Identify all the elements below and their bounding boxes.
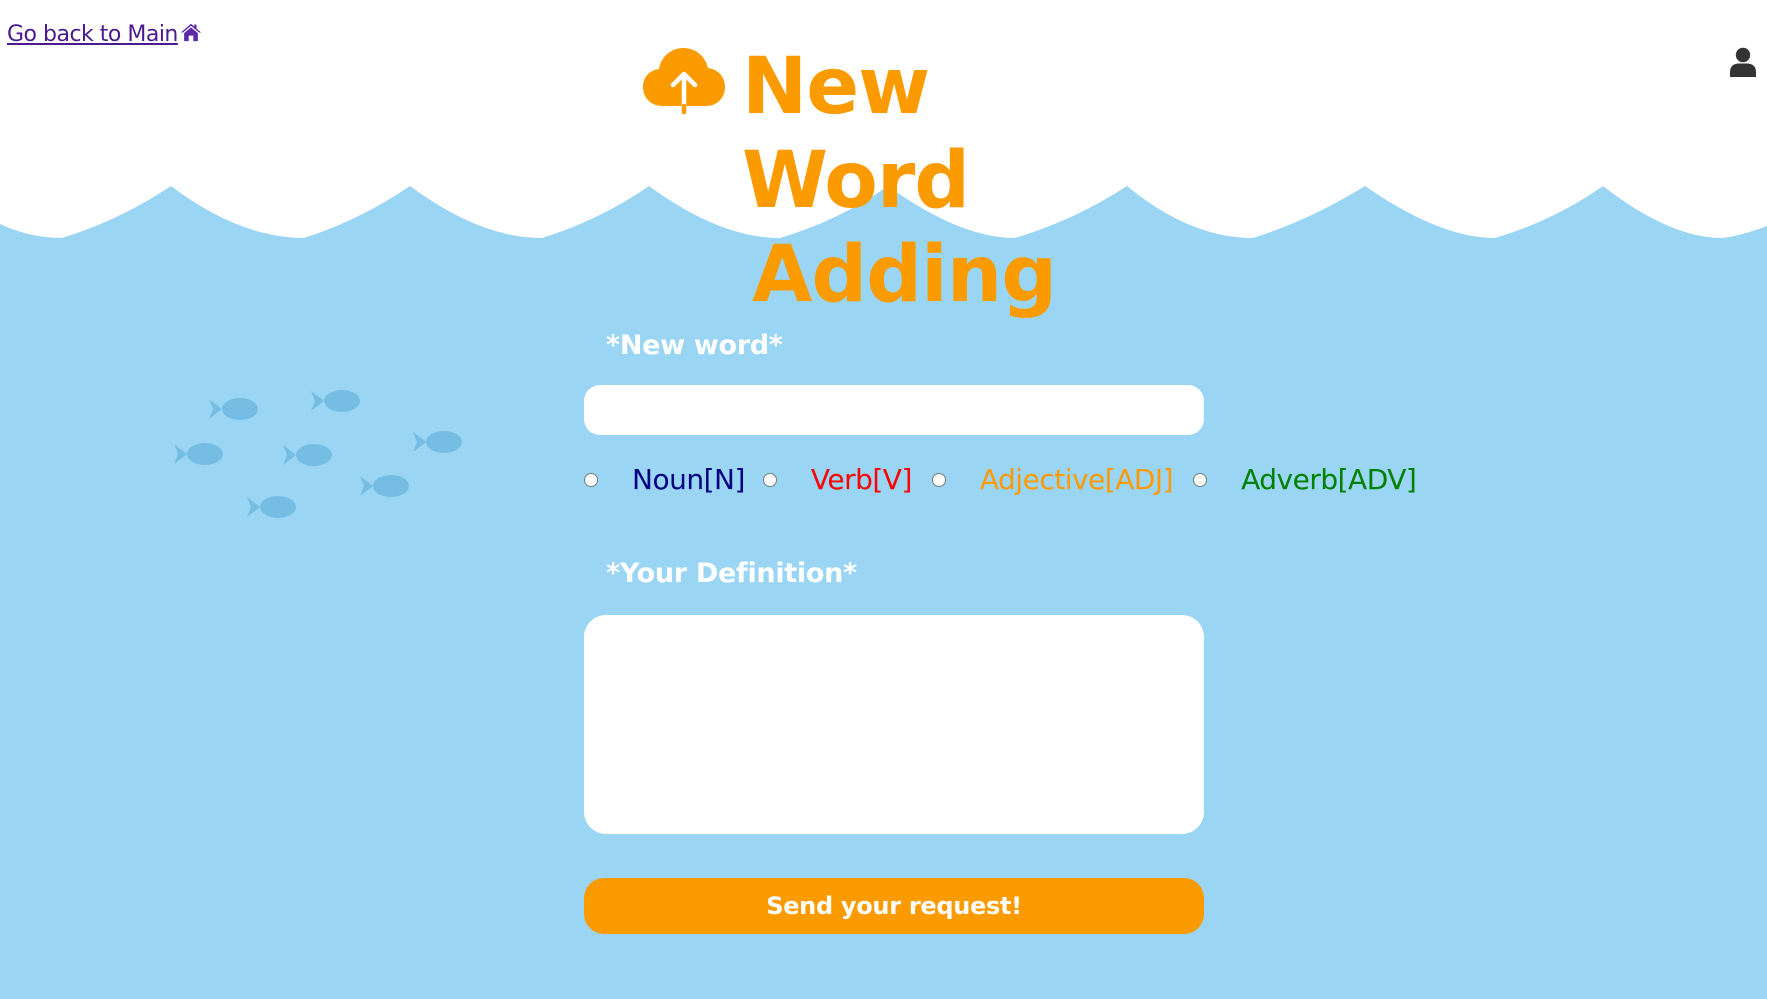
title-line-2: Adding: [752, 230, 1057, 320]
new-word-label: *New word*: [606, 330, 783, 361]
new-word-input[interactable]: [584, 385, 1204, 435]
fish-icon: [175, 443, 223, 465]
back-to-main-link[interactable]: Go back to Main: [7, 22, 202, 47]
fish-icon: [209, 398, 258, 420]
page-title: New Word Adding: [640, 40, 1150, 322]
fish-icon: [413, 431, 462, 453]
send-request-button[interactable]: Send your request!: [584, 878, 1204, 934]
pos-label-noun[interactable]: Noun[N]: [632, 463, 745, 496]
new-word-form: *New word* Noun[N] Verb[V] Adjective[ADJ…: [584, 330, 1417, 934]
definition-textarea[interactable]: [584, 615, 1204, 834]
fish-icon: [247, 496, 296, 518]
cloud-upload-icon: [643, 48, 725, 115]
radio-adjective[interactable]: [931, 472, 946, 487]
fish-icon: [311, 390, 360, 412]
radio-adverb[interactable]: [1193, 472, 1208, 487]
fish-icon: [360, 475, 409, 497]
pos-label-adverb[interactable]: Adverb[ADV]: [1241, 463, 1417, 496]
page: Go back to Main New Word Adding *New wor…: [0, 0, 1767, 999]
user-icon[interactable]: [1730, 47, 1756, 77]
pos-label-adjective[interactable]: Adjective[ADJ]: [980, 463, 1174, 496]
fish-icon: [283, 444, 332, 466]
part-of-speech-group: Noun[N] Verb[V] Adjective[ADJ] Adverb[AD…: [584, 463, 1484, 496]
fish-school-decoration: [175, 390, 462, 518]
radio-verb[interactable]: [762, 472, 777, 487]
pos-label-verb[interactable]: Verb[V]: [811, 463, 913, 496]
title-line-1: New Word: [742, 42, 970, 226]
radio-noun[interactable]: [584, 472, 598, 487]
back-to-main-label: Go back to Main: [7, 22, 178, 47]
home-icon: [180, 23, 201, 42]
definition-label: *Your Definition*: [606, 558, 857, 589]
